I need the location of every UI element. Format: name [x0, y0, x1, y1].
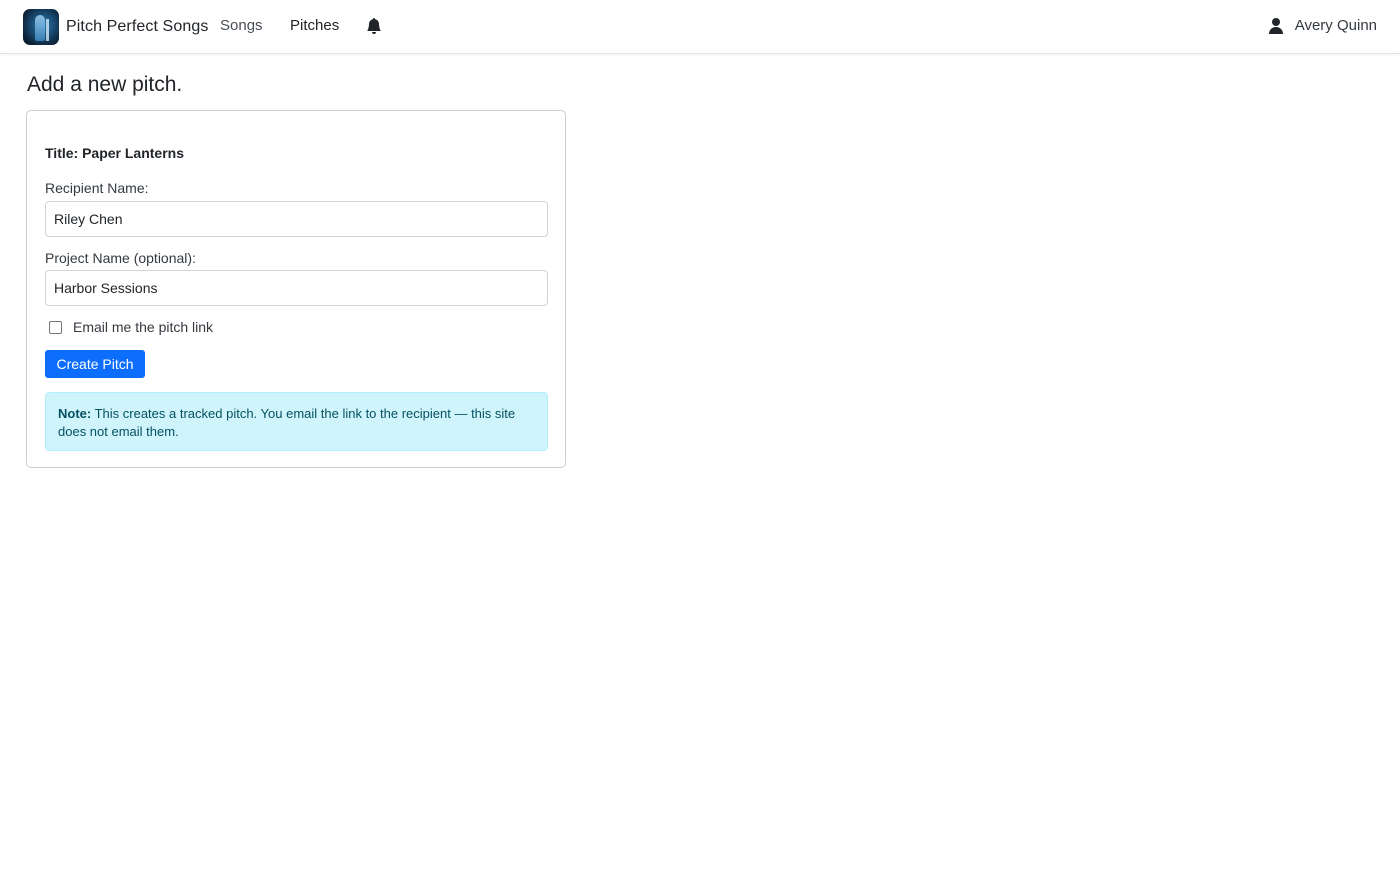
top-navbar: Pitch Perfect Songs Songs Pitches Avery … — [0, 0, 1400, 54]
brand-link[interactable]: Pitch Perfect Songs — [23, 8, 208, 45]
email-me-option[interactable]: Email me the pitch link — [49, 319, 213, 335]
recipient-name-input[interactable] — [45, 201, 548, 237]
project-name-input[interactable] — [45, 270, 548, 306]
project-name-label: Project Name (optional): — [45, 250, 196, 266]
page-title: Add a new pitch. — [27, 73, 183, 96]
new-pitch-card: Title: Paper Lanterns Recipient Name: Pr… — [26, 110, 566, 468]
bell-icon[interactable] — [366, 17, 382, 34]
note-label: Note: — [58, 406, 92, 421]
email-me-label[interactable]: Email me the pitch link — [73, 319, 213, 335]
nav-songs[interactable]: Songs — [220, 17, 263, 34]
note-text: This creates a tracked pitch. You email … — [58, 406, 516, 439]
user-menu[interactable]: Avery Quinn — [1268, 17, 1377, 34]
band-photo-logo — [23, 8, 59, 45]
nav-pitches[interactable]: Pitches — [290, 17, 339, 34]
user-icon — [1268, 17, 1283, 34]
song-title: Title: Paper Lanterns — [45, 145, 185, 161]
brand-name: Pitch Perfect Songs — [66, 17, 209, 35]
user-name: Avery Quinn — [1294, 17, 1377, 34]
info-note: Note: This creates a tracked pitch. You … — [45, 392, 548, 451]
email-me-checkbox[interactable] — [49, 320, 62, 334]
recipient-name-label: Recipient Name: — [45, 180, 149, 196]
create-pitch-button[interactable]: Create Pitch — [45, 350, 145, 378]
